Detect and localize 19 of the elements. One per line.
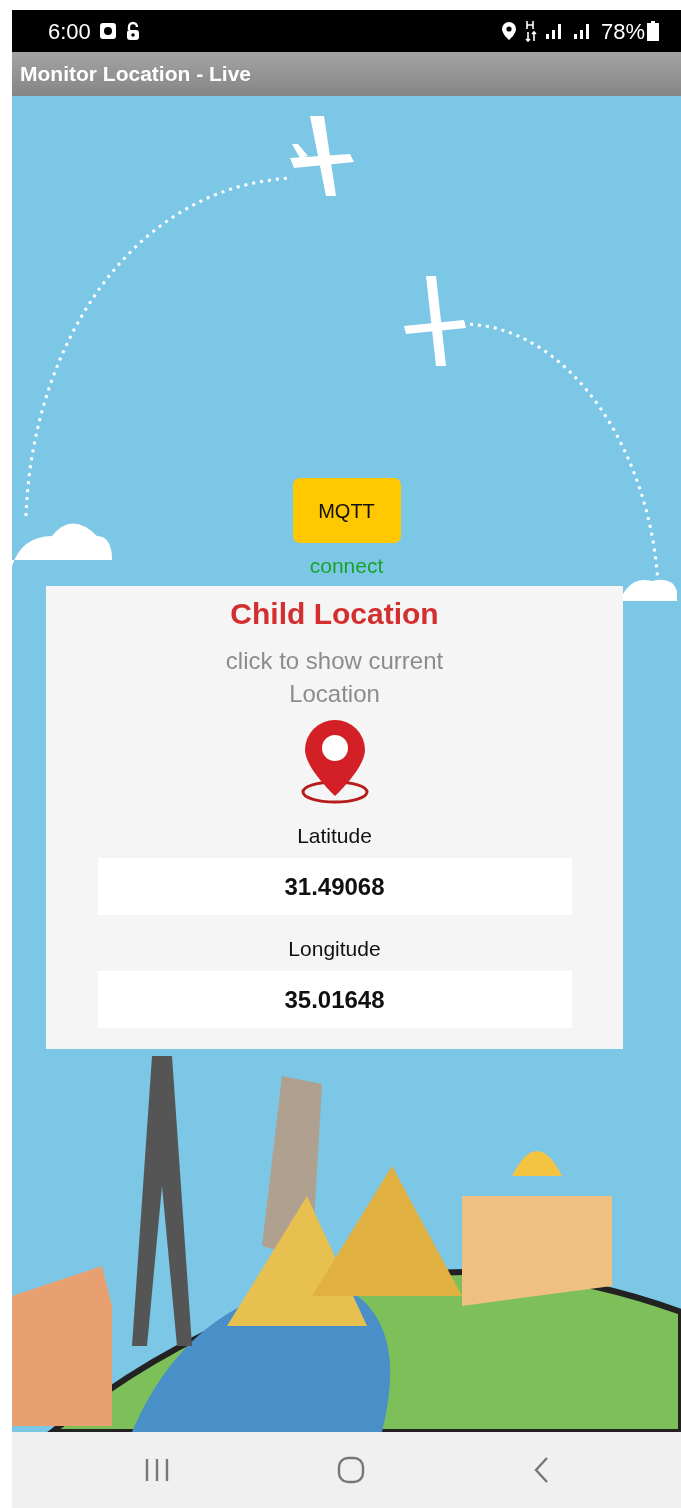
coordinate-value: 31.49068	[97, 858, 572, 915]
battery-icon	[647, 21, 659, 41]
mobile-data-icon	[524, 20, 537, 42]
connection-status: connect	[309, 553, 384, 579]
mqtt-button[interactable]: MQTT	[292, 478, 401, 543]
field-label: Longitude	[288, 936, 381, 962]
coordinate-value: 35.01648	[97, 971, 572, 1028]
status-time: 6:00	[48, 17, 91, 46]
photo-icon	[98, 22, 117, 40]
battery-percentage: 78%	[600, 17, 645, 46]
app-title: Monitor Location - Live	[20, 61, 251, 88]
home-icon[interactable]	[337, 1456, 366, 1484]
location-pin-icon[interactable]	[299, 718, 370, 804]
location-pin-icon	[500, 21, 517, 41]
recent-apps-icon[interactable]	[143, 1457, 170, 1483]
card-title: Child Location	[230, 596, 439, 632]
back-icon[interactable]	[533, 1456, 550, 1484]
field-label: Latitude	[297, 823, 372, 849]
padlock-icon	[124, 21, 141, 41]
